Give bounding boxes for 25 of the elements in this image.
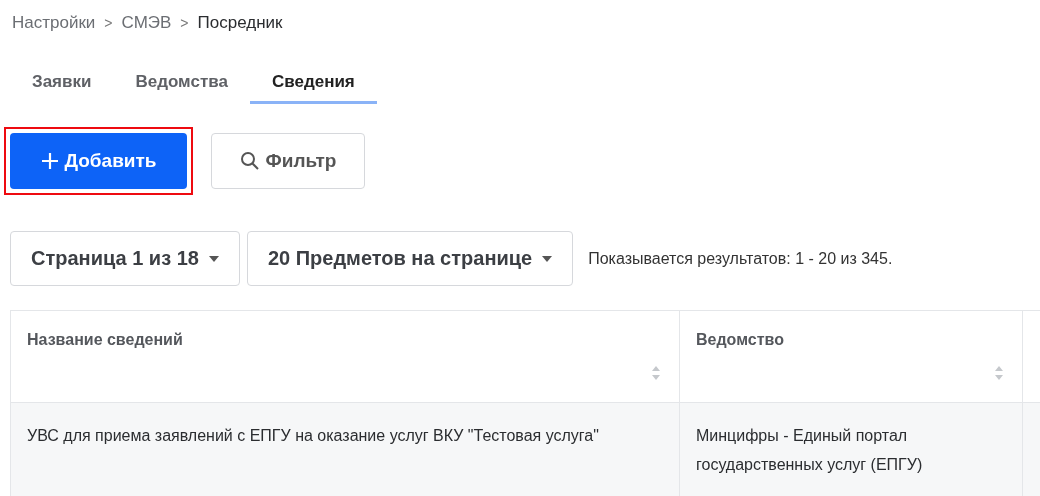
table-cell: Минцифры - Единый портал государственных услуг (ЕПГУ) [679, 402, 1023, 496]
column-title: Название сведений [27, 331, 183, 348]
page-select[interactable]: Страница 1 из 18 [10, 231, 240, 286]
table-cell: УВС для приема заявлений с ЕПГУ на оказание услуг ВКУ "Тестовая услуга" [10, 402, 680, 496]
per-page-select[interactable]: 20 Предметов на странице [246, 231, 574, 286]
filter-button[interactable]: Фильтр [211, 133, 365, 189]
column-header[interactable]: Название сведений [10, 310, 680, 403]
column-title: Ведомство [696, 331, 784, 348]
sort-icon [651, 366, 661, 380]
tab[interactable]: Заявки [10, 70, 114, 104]
caret-icon [208, 255, 219, 262]
breadcrumb-item[interactable]: СМЭВ [121, 13, 172, 33]
search-icon [239, 151, 260, 171]
results-count: Показывается результатов: 1 - 20 из 345. [588, 249, 893, 268]
breadcrumb-item[interactable]: Настройки [12, 13, 96, 33]
caret-icon [542, 255, 553, 262]
add-button[interactable]: Добавить [10, 133, 187, 189]
column-header[interactable]: Ведомство [679, 310, 1023, 403]
plus-icon [40, 151, 61, 171]
sort-icon [994, 366, 1004, 380]
breadcrumb-separator: > [104, 15, 113, 31]
breadcrumb-separator: > [180, 15, 189, 31]
tab[interactable]: Сведения [249, 70, 377, 104]
tab[interactable]: Ведомства [113, 70, 250, 104]
breadcrumb-item: Посредник [197, 13, 283, 33]
